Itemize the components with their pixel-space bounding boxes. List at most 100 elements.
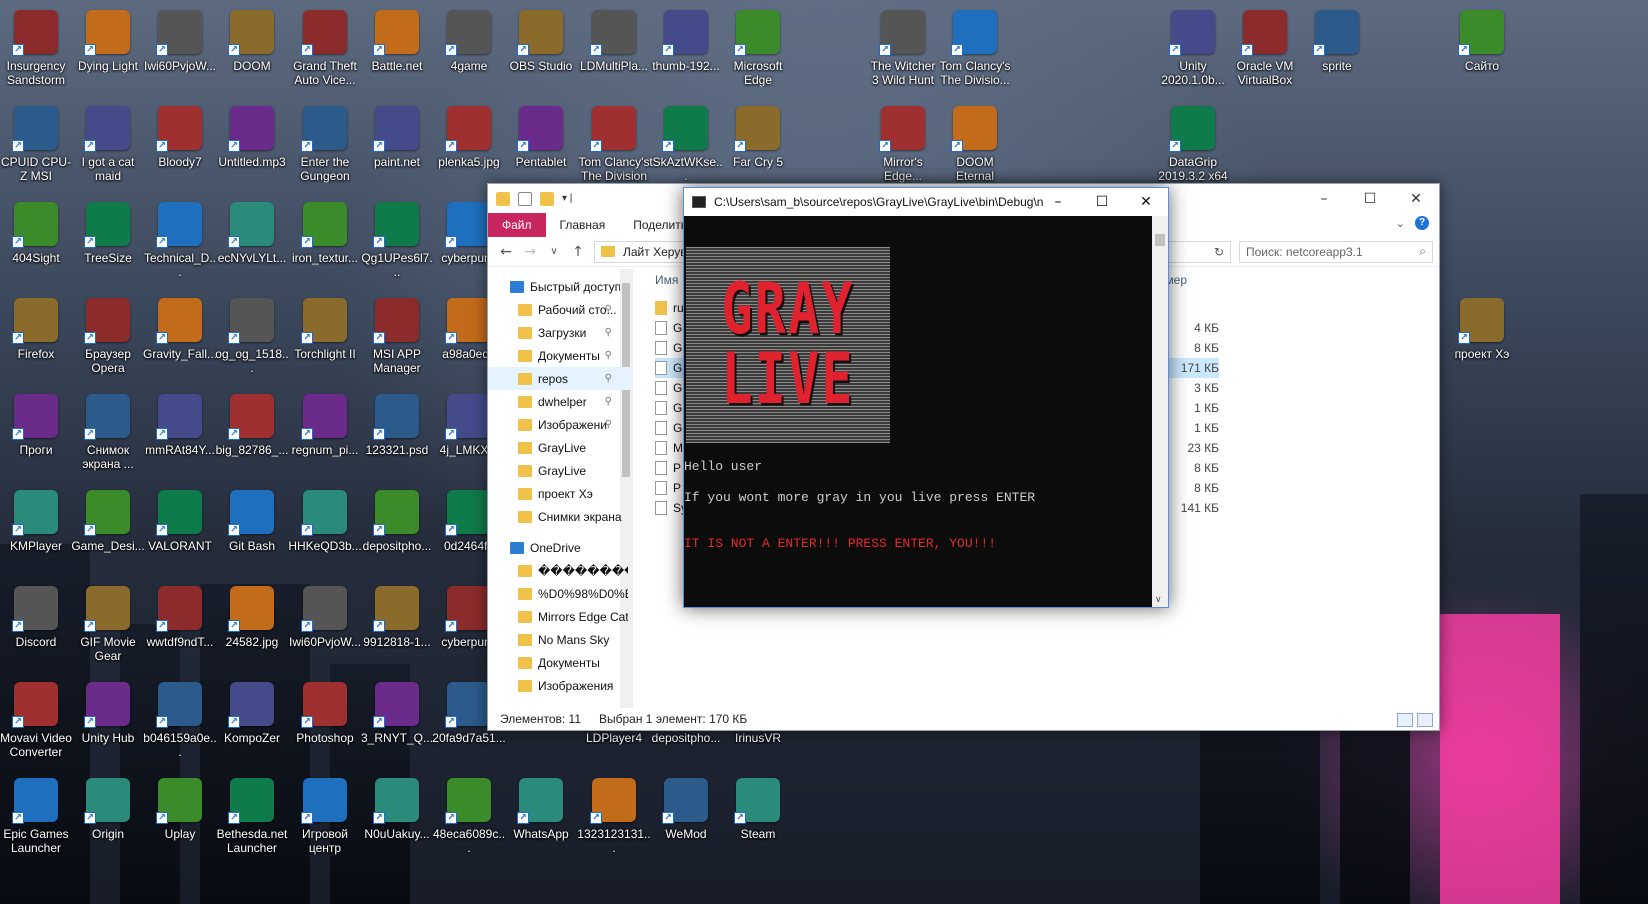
desktop-icon[interactable]: ↗ Epic Games Launcher	[0, 772, 72, 868]
forward-icon[interactable]: →	[518, 244, 542, 260]
nav-item[interactable]: Изображени ⚲	[488, 413, 632, 436]
desktop-icon[interactable]: ↗ Игровой центр	[289, 772, 361, 868]
desktop-icon[interactable]: ↗ 9912818-1...	[361, 580, 433, 676]
desktop-icon[interactable]: ↗ Enter the Gungeon	[289, 100, 361, 196]
desktop-icon[interactable]: ↗ Movavi Video Converter	[0, 676, 72, 772]
maximize-icon[interactable]: ☐	[1347, 184, 1393, 213]
desktop-icon[interactable]: ↗ Сайто	[1446, 4, 1518, 100]
desktop-icon[interactable]: ↗ paint.net	[361, 100, 433, 196]
desktop-icon[interactable]: ↗ DOOM Eternal	[939, 100, 1011, 196]
desktop-icon[interactable]: ↗ 1323123131...	[577, 772, 651, 868]
desktop-icon[interactable]: ↗ Far Cry 5	[722, 100, 794, 196]
desktop-icon[interactable]: ↗ Firefox	[0, 292, 72, 388]
desktop-icon[interactable]: ↗ Dying Light	[72, 4, 144, 100]
console-titlebar[interactable]: C:\Users\sam_b\source\repos\GrayLive\Gra…	[684, 188, 1168, 216]
help-icon[interactable]: ?	[1415, 216, 1429, 230]
desktop-icon[interactable]: ↗ mmRAt84Y...	[144, 388, 216, 484]
nav-item[interactable]: Документы ⚲	[488, 344, 632, 367]
desktop-icon[interactable]: ↗ 404Sight	[0, 196, 72, 292]
desktop-icon[interactable]: ↗ Pentablet	[505, 100, 577, 196]
desktop-icon[interactable]: ↗ WeMod	[650, 772, 722, 868]
desktop-icon[interactable]: ↗ Git Bash	[216, 484, 288, 580]
desktop-icon[interactable]: ↗ Game_Desi...	[71, 484, 145, 580]
desktop-icon[interactable]: ↗ Untitled.mp3	[216, 100, 288, 196]
desktop-icon[interactable]: ↗ Insurgency Sandstorm	[0, 4, 72, 100]
nav-item[interactable]: dwhelper ⚲	[488, 390, 632, 413]
desktop-icon[interactable]: ↗ The Witcher 3 Wild Hunt	[867, 4, 939, 100]
desktop-icon[interactable]: ↗ Oracle VM VirtualBox	[1229, 4, 1301, 100]
scroll-down-icon[interactable]: ∨	[1155, 594, 1162, 605]
new-folder-icon[interactable]	[540, 191, 554, 206]
desktop-icon[interactable]: ↗ tSkAztWKse...	[649, 100, 723, 196]
desktop-icon[interactable]: ↗ ecNYvLYLt...	[216, 196, 288, 292]
chevron-down-icon[interactable]: ⌄	[1396, 217, 1405, 230]
up-icon[interactable]: ↑	[566, 244, 590, 260]
desktop-icon[interactable]: ↗ Unity Hub	[72, 676, 144, 772]
desktop-icon[interactable]: ↗ Iwi60PvjoW...	[289, 580, 361, 676]
desktop-icon[interactable]: ↗ OBS Studio	[505, 4, 577, 100]
desktop-icon[interactable]: ↗ HHKeQD3b...	[288, 484, 362, 580]
desktop-icon[interactable]: ↗ Torchlight II	[289, 292, 361, 388]
dropdown-icon[interactable]: ▾ |	[562, 193, 572, 204]
desktop-icon[interactable]: ↗ DataGrip 2019.3.2 x64	[1157, 100, 1229, 196]
desktop-icon[interactable]: ↗ big_82786_...	[216, 388, 288, 484]
search-input[interactable]: Поиск: netcoreapp3.1 ⌕	[1239, 240, 1433, 263]
console-window[interactable]: C:\Users\sam_b\source\repos\GrayLive\Gra…	[683, 187, 1169, 608]
desktop-icon[interactable]: ↗ DOOM	[216, 4, 288, 100]
desktop-icon[interactable]: ↗ iron_textur...	[289, 196, 361, 292]
nav-item[interactable]: Mirrors Edge Cat	[488, 605, 632, 628]
back-icon[interactable]: ←	[494, 244, 518, 260]
desktop-icon[interactable]: ↗ Mirror's Edge...	[867, 100, 939, 196]
console-scrollbar[interactable]: ∨	[1152, 216, 1168, 607]
desktop-icon[interactable]: ↗ Iwi60PvjoW...	[144, 4, 216, 100]
desktop-icon[interactable]: ↗ 123321.psd	[361, 388, 433, 484]
desktop-icon[interactable]: ↗ проект Хэ	[1446, 292, 1518, 388]
column-name[interactable]: Имя	[655, 273, 678, 287]
desktop-icon[interactable]: ↗ regnum_pi...	[289, 388, 361, 484]
desktop-icon[interactable]: ↗ KMPlayer	[0, 484, 72, 580]
desktop-icon[interactable]: ↗ N0uUakuy...	[361, 772, 433, 868]
desktop-icon[interactable]: ↗ Bloody7	[144, 100, 216, 196]
desktop-icon[interactable]: ↗ TreeSize	[72, 196, 144, 292]
nav-item[interactable]: Документы	[488, 651, 632, 674]
desktop-icon[interactable]: ↗ b046159a0e...	[143, 676, 217, 772]
desktop-icon[interactable]: ↗ Проги	[0, 388, 72, 484]
large-icons-view-icon[interactable]	[1417, 713, 1433, 727]
nav-item[interactable]: Быстрый доступ	[488, 275, 632, 298]
details-view-icon[interactable]	[1397, 713, 1413, 727]
desktop-icon[interactable]: ↗ sprite	[1301, 4, 1373, 100]
nav-item[interactable]: GrayLive	[488, 436, 632, 459]
desktop-icon[interactable]: ↗ Microsoft Edge	[722, 4, 794, 100]
desktop-icon[interactable]: ↗ thumb-192...	[650, 4, 722, 100]
nav-item[interactable]: Изображения	[488, 674, 632, 697]
desktop-icon[interactable]: ↗ Bethesda.net Launcher	[216, 772, 288, 868]
desktop-icon[interactable]: ↗ Technical_D...	[144, 196, 216, 292]
desktop-icon[interactable]: ↗ WhatsApp	[505, 772, 577, 868]
tab-home[interactable]: Главная	[546, 213, 620, 237]
desktop-icon[interactable]: ↗ Grand Theft Auto Vice...	[289, 4, 361, 100]
desktop-icon[interactable]: ↗ 4game	[433, 4, 505, 100]
desktop-icon[interactable]: ↗ Photoshop	[289, 676, 361, 772]
desktop-icon[interactable]: ↗ LDMultiPla...	[578, 4, 650, 100]
desktop-icon[interactable]: ↗ 48eca6089c...	[433, 772, 505, 868]
desktop-icon[interactable]: ↗ GIF Movie Gear	[72, 580, 144, 676]
desktop-icon[interactable]: ↗ MSI APP Manager	[361, 292, 433, 388]
desktop-icon[interactable]: ↗ Battle.net	[361, 4, 433, 100]
properties-icon[interactable]	[518, 191, 532, 206]
nav-item[interactable]: Снимки экрана	[488, 505, 632, 528]
desktop-icon[interactable]: ↗ KompoZer	[216, 676, 288, 772]
desktop-icon[interactable]: ↗ Qg1UPes6l7...	[361, 196, 433, 292]
nav-item[interactable]: ��������	[488, 559, 632, 582]
desktop-icon[interactable]: ↗ Origin	[72, 772, 144, 868]
desktop-icon[interactable]: ↗ Tom Clancy's The Divisio...	[939, 4, 1011, 100]
minimize-icon[interactable]: –	[1301, 184, 1347, 213]
desktop-icon[interactable]: ↗ wwtdf9ndT...	[144, 580, 216, 676]
nav-item[interactable]: проект Хэ	[488, 482, 632, 505]
desktop-icon[interactable]: ↗ I got a cat maid	[72, 100, 144, 196]
close-icon[interactable]: ✕	[1393, 184, 1439, 213]
desktop-icon[interactable]: ↗ Браузер Opera	[72, 292, 144, 388]
nav-item[interactable]: OneDrive	[488, 536, 632, 559]
desktop-icon[interactable]: ↗ Gravity_Fall...	[143, 292, 217, 388]
nav-item[interactable]: No Mans Sky	[488, 628, 632, 651]
desktop-icon[interactable]: ↗ plenka5.jpg	[433, 100, 505, 196]
